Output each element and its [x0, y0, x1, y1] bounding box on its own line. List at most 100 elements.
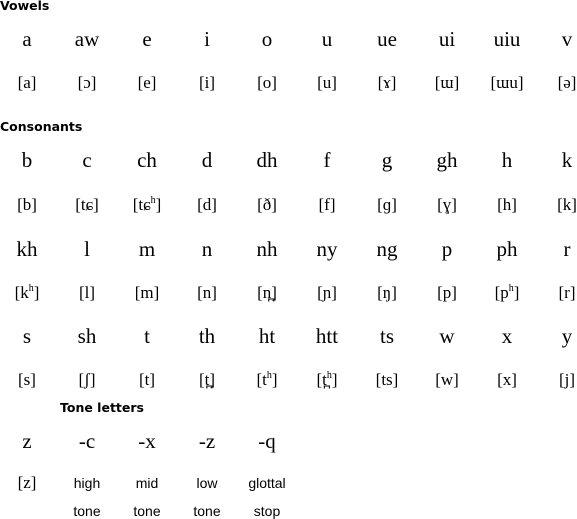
consonant-letter: ph [496, 237, 518, 261]
tone-description: tone [133, 503, 161, 519]
consonant-ipa: [t] [138, 370, 156, 389]
consonant-ipa: [ɡ] [377, 195, 397, 214]
consonant-letter: f [323, 148, 331, 172]
tone-description: tone [73, 503, 101, 519]
consonant-letter: dh [256, 148, 278, 172]
aspiration-mark: h [28, 283, 34, 294]
consonant-ipa: [k] [557, 195, 577, 214]
consonant-ipa: [tɕh] [132, 195, 162, 214]
vowel-ipa: [a] [17, 73, 37, 92]
aspiration-mark: h [150, 195, 156, 206]
consonant-letter: x [501, 324, 513, 348]
consonant-ipa: [ph] [494, 283, 520, 302]
consonant-letter: y [561, 324, 573, 348]
consonant-ipa: [ts] [375, 370, 399, 389]
vowel-ipa: [u] [317, 73, 337, 92]
tone-description: glottal [248, 475, 286, 491]
consonant-letter: ny [316, 237, 338, 261]
vowel-ipa: [ɤ] [377, 73, 397, 92]
consonant-ipa: [x] [497, 370, 517, 389]
vowel-ipa: [i] [198, 73, 216, 92]
consonant-ipa: [t̪] [198, 370, 216, 389]
vowel-letter: o [261, 27, 273, 51]
consonant-ipa: [z] [17, 473, 37, 492]
consonant-ipa: [n] [197, 283, 217, 302]
consonant-letter: ht [258, 324, 276, 348]
consonant-ipa: [ʃ] [78, 370, 96, 389]
consonant-ipa: [t̪h] [316, 370, 338, 389]
vowel-ipa: [ɯu] [490, 73, 524, 92]
vowel-letter: a [22, 27, 32, 51]
tone-letter: -x [138, 429, 156, 453]
consonant-letter: c [82, 148, 92, 172]
consonant-ipa: [tɕ] [75, 195, 99, 214]
aspiration-mark: h [508, 283, 514, 294]
vowel-letter: ue [377, 27, 397, 51]
vowel-ipa: [o] [257, 73, 277, 92]
consonant-letter: k [561, 148, 573, 172]
tone-description: mid [135, 475, 159, 491]
consonant-ipa: [l] [78, 283, 96, 302]
consonant-ipa: [d] [197, 195, 217, 214]
consonant-ipa: [ŋ] [377, 283, 397, 302]
consonant-ipa: [m] [134, 283, 160, 302]
consonants-heading: Consonants [0, 119, 83, 134]
vowel-ipa: [ɯ] [434, 73, 460, 92]
vowel-letter: u [321, 27, 333, 51]
vowel-letter: ui [438, 27, 456, 51]
consonant-letter: sh [77, 324, 97, 348]
consonant-letter: htt [315, 324, 339, 348]
consonant-letter: p [441, 237, 453, 261]
consonant-ipa: [n̪] [257, 283, 277, 302]
consonant-ipa: [p] [437, 283, 457, 302]
consonant-letter: t [144, 324, 150, 348]
consonant-ipa: [j] [558, 370, 576, 389]
tone-letter: -z [198, 429, 216, 453]
vowel-letter: e [142, 27, 152, 51]
consonant-letter: g [381, 148, 393, 172]
vowel-ipa: [ə] [557, 73, 577, 92]
vowel-letter: aw [74, 27, 100, 51]
consonant-letter: th [198, 324, 216, 348]
consonant-letter: ts [379, 324, 394, 348]
consonant-letter: l [84, 237, 90, 261]
consonant-ipa: [ð] [257, 195, 277, 214]
vowel-letter: i [204, 27, 210, 51]
consonant-letter: n [201, 237, 213, 261]
tone-description: high [73, 475, 101, 491]
consonant-letter: s [22, 324, 32, 348]
vowel-letter: v [561, 27, 573, 51]
consonant-ipa: [h] [497, 195, 517, 214]
tone-letter: -q [258, 429, 276, 453]
consonant-letter: r [563, 237, 571, 261]
consonant-letter: d [201, 148, 213, 172]
consonant-letter: ch [137, 148, 157, 172]
consonant-letter: m [138, 237, 156, 261]
consonant-letter: w [439, 324, 455, 348]
vowel-letter: uiu [493, 27, 521, 51]
tone-description: stop [253, 503, 281, 519]
consonant-ipa: [w] [435, 370, 459, 389]
consonant-ipa: [ɣ] [437, 195, 457, 214]
consonant-ipa: [ɲ] [317, 283, 337, 302]
vowels-heading: Vowels [0, 0, 50, 13]
consonant-letter: gh [436, 148, 458, 172]
consonant-ipa: [b] [17, 195, 37, 214]
vowel-ipa: [e] [137, 73, 157, 92]
consonant-ipa: [kh] [14, 283, 40, 302]
consonant-letter: b [21, 148, 33, 172]
consonant-letter: ng [376, 237, 398, 261]
consonant-ipa: [s] [18, 370, 36, 389]
tone-letters-heading: Tone letters [60, 400, 144, 415]
aspiration-mark: h [326, 370, 332, 381]
aspiration-mark: h [266, 370, 272, 381]
consonant-letter: kh [16, 237, 38, 261]
consonant-letter: nh [256, 237, 278, 261]
vowel-ipa: [ɔ] [77, 73, 97, 92]
tone-description: low [196, 475, 218, 491]
tone-letter: -c [78, 429, 96, 453]
consonant-ipa: [f] [318, 195, 336, 214]
consonant-letter: z [22, 429, 32, 453]
consonant-letter: h [501, 148, 513, 172]
consonant-ipa: [r] [558, 283, 576, 302]
